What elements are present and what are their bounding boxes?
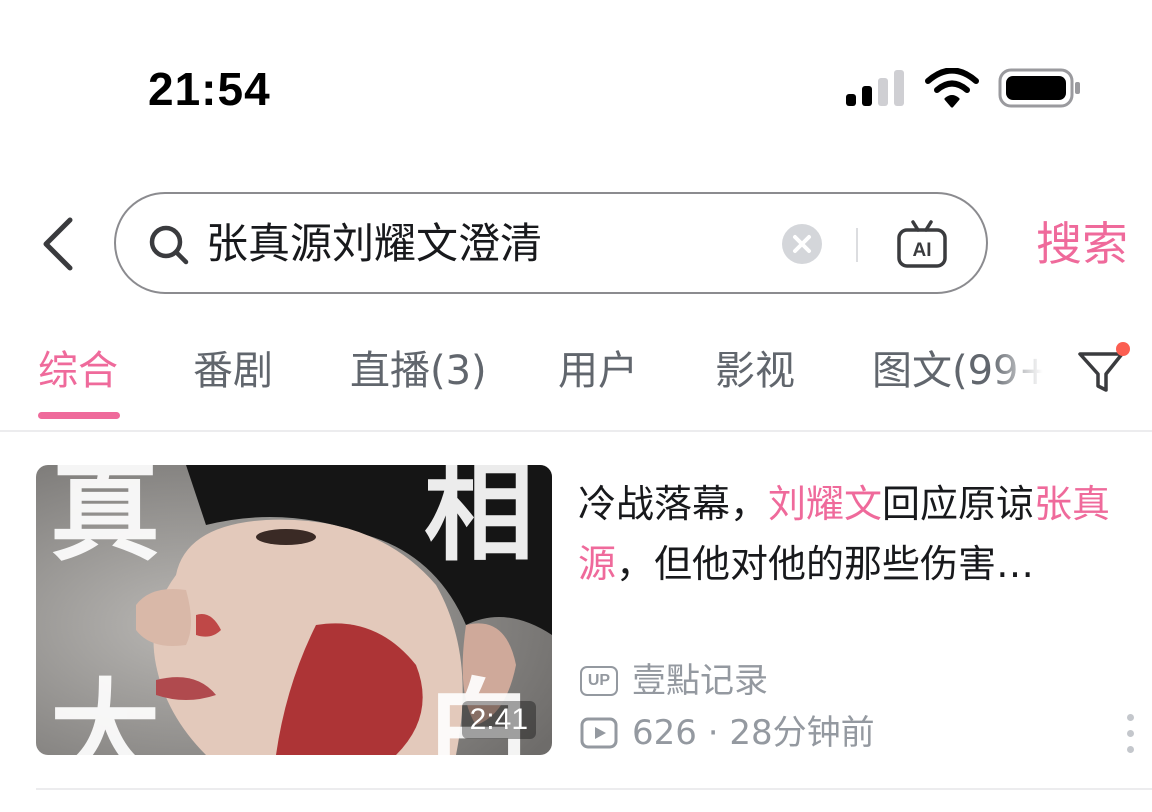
more-options-icon[interactable] xyxy=(1124,714,1138,754)
funnel-filter-icon[interactable] xyxy=(1074,340,1134,400)
title-segment: 冷战落幕， xyxy=(578,482,769,526)
title-keyword-highlight: 刘耀文 xyxy=(768,482,883,526)
video-thumbnail[interactable]: 真 相 大 白 2:41 xyxy=(36,465,552,755)
search-button[interactable]: 搜索 xyxy=(1036,214,1128,274)
search-divider xyxy=(856,228,858,262)
tab-anime[interactable]: 番剧 xyxy=(193,344,273,398)
tab-all[interactable]: 综合 xyxy=(38,344,118,398)
view-count-and-time: 626 · 28分钟前 xyxy=(632,713,875,753)
search-query-text[interactable]: 张真源刘耀文澄清 xyxy=(206,216,542,272)
uploader-badge-icon: UP xyxy=(580,666,618,696)
title-segment: ，但他对他的那些伤害… xyxy=(616,542,1035,586)
tab-film-tv[interactable]: 影视 xyxy=(715,344,795,398)
wifi-icon xyxy=(925,68,979,108)
active-tab-indicator xyxy=(38,412,120,419)
ai-icon-label: AI xyxy=(913,240,932,261)
thumbnail-caption-char: 真 xyxy=(50,465,160,576)
tab-live[interactable]: 直播(3) xyxy=(350,344,487,398)
search-input[interactable]: 张真源刘耀文澄清 AI xyxy=(114,192,988,294)
cellular-signal-icon xyxy=(846,70,906,106)
battery-icon xyxy=(998,68,1080,108)
uploader-name[interactable]: 壹點记录 xyxy=(632,656,768,706)
clear-circle-icon[interactable] xyxy=(782,224,822,264)
result-divider xyxy=(36,788,1152,790)
magnifier-icon xyxy=(149,225,189,265)
video-result-card[interactable]: 真 相 大 白 2:41 冷战落幕，刘耀文回应原谅张真源，但他对他的那些伤害… … xyxy=(0,432,1152,792)
chevron-left-icon[interactable] xyxy=(40,216,76,272)
thumbnail-caption-char: 相 xyxy=(424,465,534,576)
tab-users[interactable]: 用户 xyxy=(558,344,638,398)
thumbnail-caption-char: 大 xyxy=(50,667,160,756)
video-duration: 2:41 xyxy=(461,701,536,739)
ai-assistant-icon[interactable]: AI xyxy=(896,218,948,270)
video-title[interactable]: 冷战落幕，刘耀文回应原谅张真源，但他对他的那些伤害… xyxy=(578,474,1128,594)
status-time: 21:54 xyxy=(148,63,271,115)
title-segment: 回应原谅 xyxy=(882,482,1035,526)
play-count-icon xyxy=(580,717,618,749)
tab-overflow-fade xyxy=(990,336,1060,406)
search-results-screen: 21:54 张真源刘耀文澄清 AI 搜索 综合 番剧 直播(3) 用户 影视 图… xyxy=(0,0,1152,812)
